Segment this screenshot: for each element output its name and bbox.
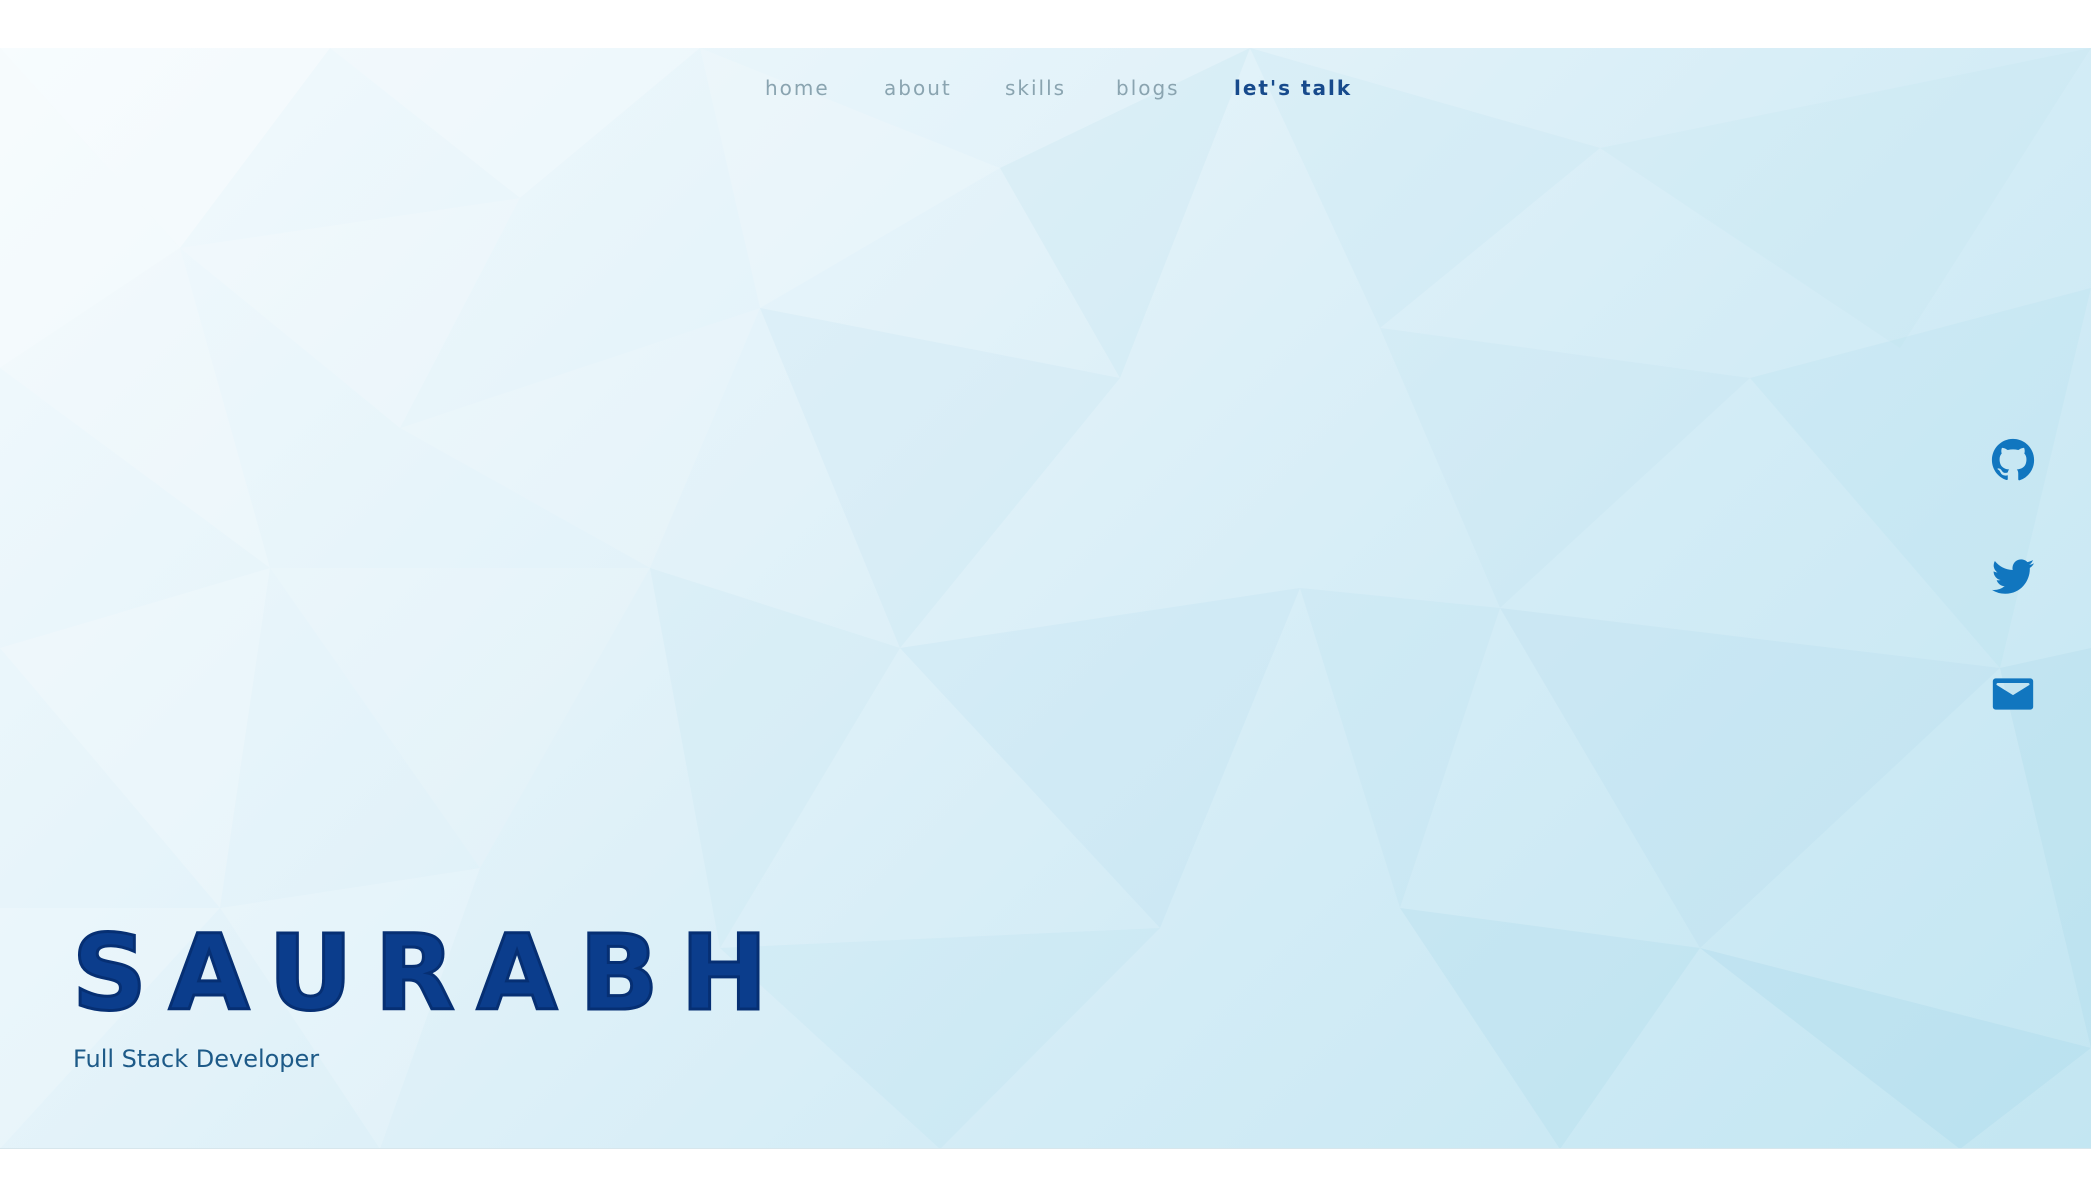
hero-name-title: SAURABH [71, 912, 790, 1034]
nav-blogs-link[interactable]: blogs [1116, 76, 1180, 100]
nav-skills-link[interactable]: skills [1005, 76, 1066, 100]
nav-lets-talk-link[interactable]: let's talk [1234, 76, 1352, 100]
github-link[interactable] [1991, 438, 2035, 482]
twitter-icon [1991, 559, 2035, 594]
mail-icon [1992, 678, 2034, 710]
hero-role-subtitle: Full Stack Developer [73, 1045, 320, 1073]
nav-about-link[interactable]: about [884, 76, 952, 100]
twitter-link[interactable] [1991, 555, 2035, 599]
hero-bottom-divider [0, 1148, 2091, 1149]
email-link[interactable] [1991, 672, 2035, 716]
top-navigation: home about skills blogs let's talk [0, 76, 2091, 104]
page: home about skills blogs let's talk SAURA… [0, 0, 2091, 1197]
github-icon [1991, 438, 2035, 481]
nav-home-link[interactable]: home [765, 76, 830, 100]
